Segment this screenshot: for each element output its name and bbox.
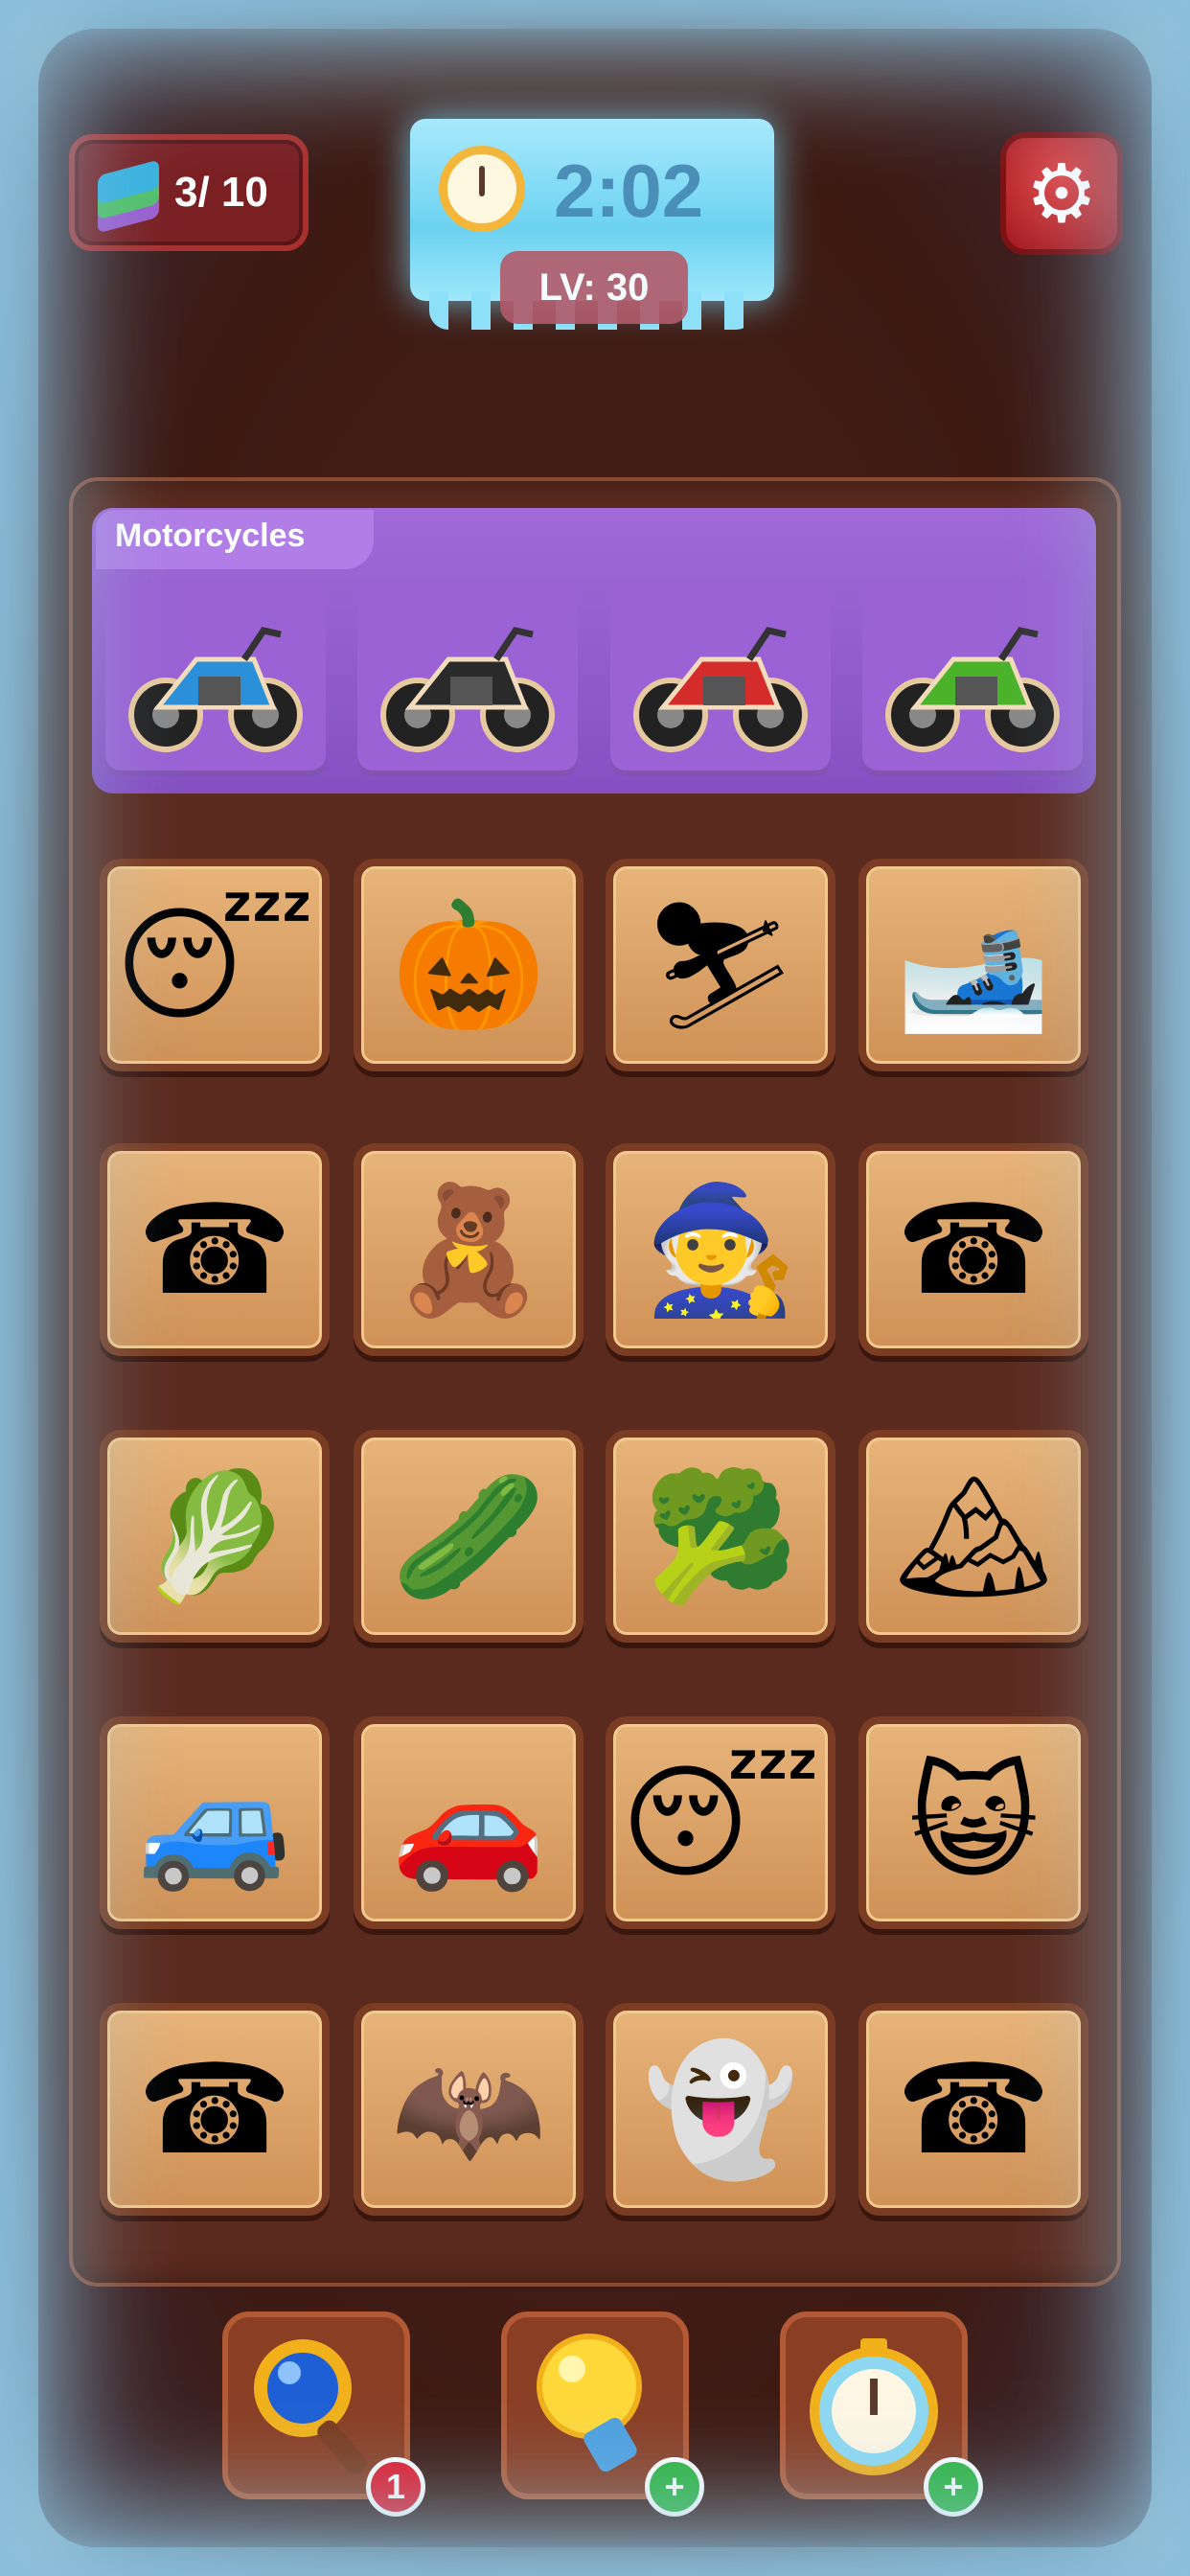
bat-icon: 🦇 xyxy=(391,2036,546,2182)
tile[interactable]: ☎ xyxy=(100,1143,330,1356)
boy-with-teddy-icon: 🧸 xyxy=(391,1177,546,1322)
rotary-phone-brown-icon: ☎ xyxy=(896,1177,1051,1322)
black-cruiser-motorcycle-icon xyxy=(380,627,555,752)
level-label: LV: 30 xyxy=(500,251,688,324)
category-title: Motorcycles xyxy=(115,518,306,554)
rotary-phone-gold-icon: ☎ xyxy=(137,1177,292,1322)
sleeping-boy-icon: 😴 xyxy=(620,1750,821,1896)
gear-icon: ⚙ xyxy=(1025,147,1098,241)
cucumber-icon: 🥒 xyxy=(391,1463,546,1609)
tile[interactable]: 🥦 xyxy=(606,1430,835,1643)
layers-icon xyxy=(92,156,165,234)
tile[interactable]: 🚗 xyxy=(354,1716,584,1929)
tile[interactable]: 🦇 xyxy=(354,2003,584,2216)
levels-progress-badge: 3/ 10 xyxy=(69,134,309,251)
skier-blue-icon: 🎿 xyxy=(896,892,1051,1038)
tile[interactable]: 🥬 xyxy=(100,1430,330,1643)
count-badge: 1 xyxy=(366,2457,425,2517)
tile[interactable]: ☎ xyxy=(858,1143,1088,1356)
ski-girl-portrait-icon: 🏔 xyxy=(894,1463,1053,1609)
tile[interactable]: ☎ xyxy=(100,2003,330,2216)
tile[interactable]: 🚙 xyxy=(100,1716,330,1929)
witch-icon: 🧙 xyxy=(643,1177,798,1322)
magnifier-tool-button[interactable]: 1 xyxy=(222,2312,425,2517)
blue-sport-motorcycle-icon xyxy=(128,627,303,752)
green-dirt-bike-icon xyxy=(885,627,1060,752)
timer-text: 2:02 xyxy=(554,149,704,233)
tile[interactable]: ⛷ xyxy=(606,859,835,1071)
red-touring-motorcycle-icon xyxy=(633,627,808,752)
white-suv-icon: 🚗 xyxy=(391,1750,546,1896)
tile[interactable]: 🧸 xyxy=(354,1143,584,1356)
broccoli-icon: 🥦 xyxy=(643,1463,798,1609)
add-badge: + xyxy=(645,2457,704,2517)
category-slot xyxy=(862,581,1083,776)
settings-button[interactable]: ⚙ xyxy=(1000,132,1123,255)
category-slot xyxy=(610,581,831,776)
clock-icon xyxy=(439,146,525,232)
ghost-icon: 👻 xyxy=(643,2036,798,2182)
tile[interactable]: 🎿 xyxy=(858,859,1088,1071)
tile[interactable]: 👻 xyxy=(606,2003,835,2216)
freeze-timer-tool-button[interactable]: + xyxy=(780,2312,983,2517)
category-slot xyxy=(105,581,326,776)
jack-o-lantern-icon: 🎃 xyxy=(391,892,546,1038)
tile[interactable]: ☎ xyxy=(858,2003,1088,2216)
white-desk-phone-icon: ☎ xyxy=(137,2036,292,2182)
hint-bulb-tool-button[interactable]: + xyxy=(501,2312,704,2517)
tile[interactable]: 😴 xyxy=(100,859,330,1071)
tile[interactable]: 🧙 xyxy=(606,1143,835,1356)
levels-progress-text: 3/ 10 xyxy=(174,169,268,216)
skier-pink-icon: ⛷ xyxy=(641,892,800,1038)
category-slot xyxy=(357,581,578,776)
add-badge: + xyxy=(924,2457,983,2517)
blue-suv-icon: 🚙 xyxy=(137,1750,292,1896)
tile[interactable]: 🎃 xyxy=(354,859,584,1071)
tile[interactable]: 😴 xyxy=(606,1716,835,1929)
tile[interactable]: 🏔 xyxy=(858,1430,1088,1643)
tile[interactable]: 😺 xyxy=(858,1716,1088,1929)
sleeping-girl-icon: 😴 xyxy=(114,892,315,1038)
happy-cat-icon: 😺 xyxy=(908,1750,1039,1896)
office-phone-icon: ☎ xyxy=(896,2036,1051,2182)
tile[interactable]: 🥒 xyxy=(354,1430,584,1643)
cabbage-icon: 🥬 xyxy=(137,1463,292,1609)
